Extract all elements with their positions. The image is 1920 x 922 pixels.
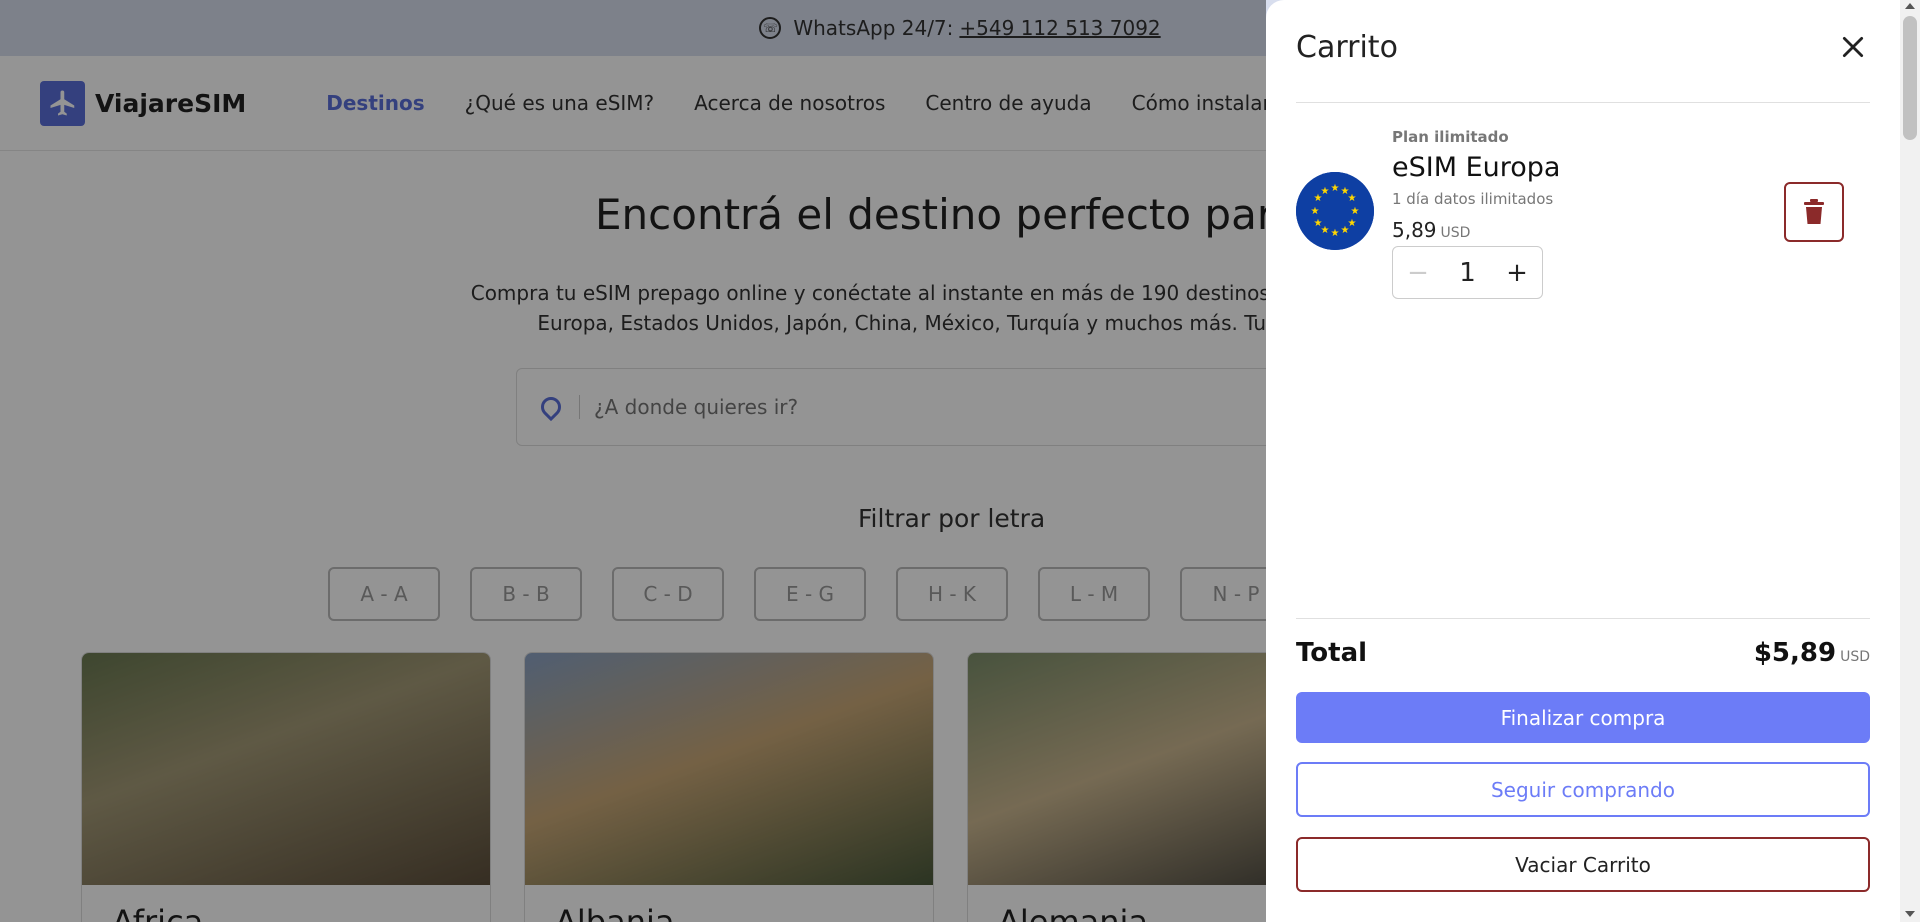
quantity-decrease-button[interactable]: − <box>1393 258 1443 288</box>
cart-title: Carrito <box>1296 30 1398 65</box>
total-currency: USD <box>1840 649 1870 665</box>
quantity-value[interactable]: 1 <box>1443 258 1492 288</box>
quantity-stepper: − 1 + <box>1392 246 1543 299</box>
eu-flag-icon: ★ ★ ★ ★ ★ ★ ★ ★ ★ ★ ★ ★ <box>1296 172 1374 250</box>
checkout-button[interactable]: Finalizar compra <box>1296 692 1870 743</box>
cart-drawer: Carrito ★ ★ ★ ★ ★ ★ ★ ★ ★ ★ ★ ★ Plan ili… <box>1266 0 1900 922</box>
cart-footer-divider <box>1296 618 1870 619</box>
scrollbar-thumb[interactable] <box>1903 16 1917 140</box>
total-amount: $5,89 <box>1753 638 1837 668</box>
svg-text:★: ★ <box>1341 225 1350 236</box>
close-icon[interactable] <box>1838 34 1868 64</box>
quantity-increase-button[interactable]: + <box>1492 258 1542 288</box>
cart-item-name: eSIM Europa <box>1392 152 1561 183</box>
scroll-down-icon[interactable] <box>1905 911 1915 917</box>
cart-item-price: 5,89 USD <box>1392 218 1470 242</box>
page-scrollbar[interactable] <box>1900 0 1920 922</box>
continue-shopping-button[interactable]: Seguir comprando <box>1296 762 1870 817</box>
total-value: $5,89 USD <box>1716 638 1870 668</box>
cart-header-divider <box>1296 102 1870 103</box>
svg-text:★: ★ <box>1331 228 1340 239</box>
svg-text:★: ★ <box>1314 218 1323 229</box>
total-label: Total <box>1296 638 1368 668</box>
svg-text:★: ★ <box>1311 206 1320 217</box>
cart-item-currency: USD <box>1440 225 1471 241</box>
remove-item-button[interactable] <box>1784 182 1844 242</box>
modal-backdrop[interactable] <box>0 0 1266 922</box>
trash-icon <box>1804 199 1824 224</box>
empty-cart-button[interactable]: Vaciar Carrito <box>1296 837 1870 892</box>
svg-text:★: ★ <box>1351 206 1360 217</box>
scroll-up-icon[interactable] <box>1905 3 1915 9</box>
cart-item-price-value: 5,89 <box>1392 218 1437 242</box>
svg-text:★: ★ <box>1321 186 1330 197</box>
cart-item-plan-type: Plan ilimitado <box>1392 128 1509 146</box>
svg-text:★: ★ <box>1348 193 1357 204</box>
svg-text:★: ★ <box>1331 183 1340 194</box>
cart-item-description: 1 día datos ilimitados <box>1392 190 1554 208</box>
